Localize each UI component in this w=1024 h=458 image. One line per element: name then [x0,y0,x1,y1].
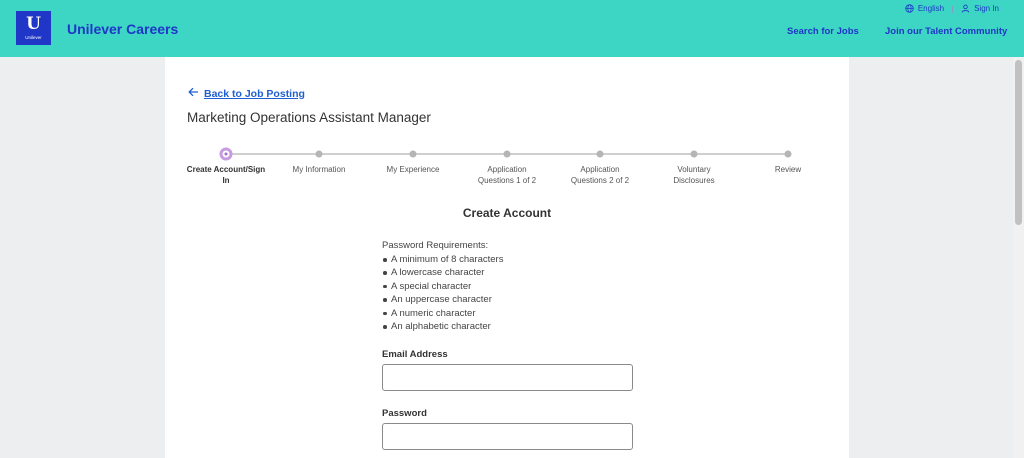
step-label-my-experience: My Experience [386,165,440,174]
brand-title[interactable]: Unilever Careers [67,21,178,37]
step-marker [596,150,604,158]
email-field[interactable] [382,364,633,391]
step-marker-active [219,147,233,161]
requirement-item: A lowercase character [382,266,503,279]
email-label: Email Address [382,349,448,360]
language-selector[interactable]: English [918,4,944,14]
divider [952,5,954,13]
requirement-item: A numeric character [382,307,503,320]
back-to-job-posting-link[interactable]: Back to Job Posting [188,87,305,100]
step-label-review: Review [774,165,802,174]
step-label-application-questions-1: Application Questions 1 of 2 [477,165,537,185]
step-label-create-account: Create Account/Sign In [186,165,266,185]
requirement-item: An uppercase character [382,293,503,306]
step-label-my-information: My Information [292,165,346,174]
step-marker [315,150,323,158]
step-label-application-questions-2: Application Questions 2 of 2 [570,165,630,185]
utility-bar: English Sign In [905,3,999,15]
step-marker [503,150,511,158]
nav-search-jobs[interactable]: Search for Jobs [787,26,859,37]
scrollbar-thumb[interactable] [1015,60,1022,225]
top-header: U Unilever Unilever Careers English Sign… [0,0,1024,57]
unilever-logo[interactable]: U Unilever [16,11,51,45]
create-account-heading: Create Account [462,206,552,220]
job-title: Marketing Operations Assistant Manager [187,110,431,125]
step-marker [690,150,698,158]
logo-mark: U [26,14,41,34]
user-icon [961,4,974,15]
requirement-item: A special character [382,280,503,293]
requirement-item: An alphabetic character [382,320,503,333]
nav-talent-community[interactable]: Join our Talent Community [885,26,1007,37]
password-field[interactable] [382,423,633,450]
arrow-left-icon [188,87,204,100]
step-label-voluntary-disclosures: Voluntary Disclosures [673,165,715,185]
sign-in-link[interactable]: Sign In [974,4,999,14]
password-requirements-heading: Password Requirements: [382,240,489,251]
password-label: Password [382,408,427,419]
password-requirements-list: A minimum of 8 characters A lowercase ch… [382,253,503,333]
back-link-label: Back to Job Posting [204,87,305,100]
requirement-item: A minimum of 8 characters [382,253,503,266]
step-marker [784,150,792,158]
logo-wordmark: Unilever [25,35,42,40]
step-marker [409,150,417,158]
globe-icon [905,3,918,15]
